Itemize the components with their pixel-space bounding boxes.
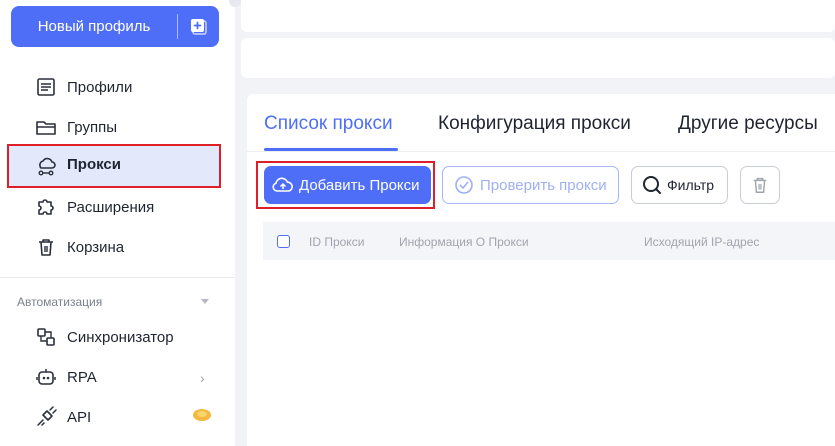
header-bar	[241, 0, 835, 32]
folder-icon	[36, 121, 56, 135]
new-profile-label: Новый профиль	[37, 18, 151, 35]
check-proxy-label: Проверить прокси	[480, 176, 607, 194]
sidebar-item-label: Корзина	[67, 238, 125, 256]
sidebar-item-api[interactable]: API	[35, 405, 91, 429]
cloud-upload-icon	[272, 177, 293, 192]
sidebar-item-label: Прокси	[67, 156, 121, 173]
sidebar-item-trash[interactable]: Корзина	[35, 235, 124, 259]
trash-icon	[39, 239, 53, 256]
sidebar-item-label: Группы	[67, 118, 117, 136]
tabs-divider	[247, 151, 835, 152]
check-circle-icon	[455, 176, 473, 194]
sidebar-item-synchronizer[interactable]: Синхронизатор	[35, 325, 174, 349]
caret-down-icon[interactable]	[201, 299, 209, 304]
tab-other-resources[interactable]: Другие ресурсы	[678, 113, 818, 135]
filter-button[interactable]: Фильтр	[631, 166, 728, 204]
premium-badge-icon	[193, 409, 211, 421]
filter-label: Фильтр	[667, 177, 715, 193]
sidebar-item-groups[interactable]: Группы	[35, 115, 117, 139]
content-panel	[247, 94, 835, 446]
puzzle-icon	[38, 199, 54, 215]
sub-header-bar	[241, 38, 835, 78]
sidebar-item-rpa[interactable]: RPA	[35, 365, 97, 389]
column-proxy-id[interactable]: ID Прокси	[309, 235, 364, 249]
sidebar-item-label: Расширения	[67, 198, 155, 216]
sync-icon	[37, 328, 55, 346]
sidebar-collapse-handle[interactable]	[229, 0, 241, 7]
sidebar-item-label: Профили	[67, 78, 133, 96]
robot-icon	[36, 369, 56, 385]
sidebar-item-proxy[interactable]: Прокси	[7, 144, 221, 188]
sidebar-item-label: API	[67, 408, 92, 426]
tab-proxy-config[interactable]: Конфигурация прокси	[438, 113, 631, 135]
sidebar-item-label: RPA	[67, 368, 97, 386]
add-proxy-button[interactable]: Добавить Прокси	[264, 166, 431, 204]
sidebar-item-label: Синхронизатор	[67, 328, 174, 346]
proxy-network-icon	[38, 157, 56, 176]
chevron-right-icon[interactable]: ›	[200, 370, 205, 386]
new-profile-button[interactable]: Новый профиль	[11, 6, 219, 47]
select-all-checkbox[interactable]	[277, 235, 290, 248]
sidebar-divider	[0, 277, 235, 278]
tab-proxy-list[interactable]: Список прокси	[264, 113, 393, 135]
active-tab-indicator	[264, 148, 398, 151]
add-profile-icon[interactable]	[178, 6, 219, 47]
column-outgoing-ip[interactable]: Исходящий IP-адрес	[644, 235, 759, 249]
trash-icon	[753, 177, 767, 193]
sidebar-item-extensions[interactable]: Расширения	[35, 195, 154, 219]
delete-button[interactable]	[740, 166, 780, 204]
filter-search-icon	[643, 176, 661, 194]
sidebar: Новый профиль Профили Группы Прокси Расш…	[0, 0, 235, 446]
table-header: ID Прокси Информация О Прокси Исходящий …	[263, 222, 835, 260]
profile-list-icon	[37, 78, 55, 96]
check-proxy-button[interactable]: Проверить прокси	[442, 166, 619, 204]
column-proxy-info[interactable]: Информация О Прокси	[399, 235, 529, 249]
add-proxy-label: Добавить Прокси	[299, 176, 420, 194]
sidebar-item-profiles[interactable]: Профили	[35, 75, 132, 99]
api-plug-icon	[37, 406, 57, 426]
automation-section-title: Автоматизация	[17, 295, 103, 309]
